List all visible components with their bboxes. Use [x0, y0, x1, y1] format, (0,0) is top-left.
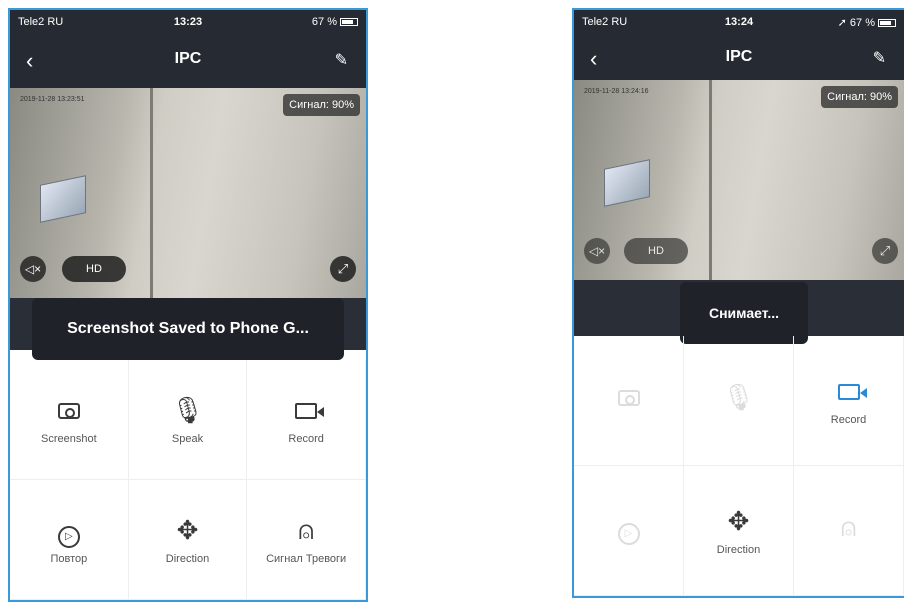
carrier-label: Tele2 RU: [18, 16, 64, 28]
phone-screen-left: Tele2 RU 13:23 67 % ‹ IPC ✎ 2019-11-28 1…: [8, 8, 368, 602]
camera-icon: [57, 395, 80, 425]
battery-percent: 67 %: [849, 17, 875, 29]
wall-edge: [709, 80, 712, 280]
battery-icon: [340, 18, 358, 27]
direction-arrows-icon: ✥: [727, 505, 750, 536]
action-label: Повтор: [50, 552, 88, 565]
nav-row: ‹ IPC ✎: [10, 46, 366, 76]
direction-button[interactable]: ✥ Direction: [128, 480, 248, 600]
direction-arrows-icon: ✥: [176, 514, 199, 545]
replay-icon: ▷: [57, 515, 80, 548]
speaker-mute-icon[interactable]: ◁×: [584, 238, 610, 264]
page-title: IPC: [725, 48, 753, 65]
action-grid: 🎙︎ Record ▷ ✥ Direction ⍝: [574, 336, 904, 596]
wall-edge: [150, 88, 153, 298]
edit-icon[interactable]: ✎: [873, 48, 886, 68]
location-arrow-icon: ➚: [837, 17, 850, 29]
screenshot-button[interactable]: Screenshot: [10, 360, 129, 480]
signal-badge: Сигнал: 90%: [821, 86, 898, 108]
camera-video-view[interactable]: 2019-11-28 13:23:51 Сигнал: 90% ◁× HD ⤢: [10, 88, 366, 298]
back-icon[interactable]: ‹: [590, 46, 597, 72]
action-label: Direction: [165, 552, 210, 565]
signal-badge: Сигнал: 90%: [283, 94, 360, 116]
speak-button[interactable]: 🎙︎ Speak: [128, 360, 248, 480]
phone-screen-right: Tele2 RU 13:24 ➚ 67 % ‹ IPC ✎ 2019-11-28…: [572, 8, 904, 598]
top-bar: Tele2 RU 13:23 67 % ‹ IPC ✎: [10, 10, 366, 88]
action-label: Record: [830, 413, 867, 426]
battery-indicator: 67 %: [312, 16, 358, 28]
record-button[interactable]: Record: [794, 336, 904, 466]
status-bar: Tele2 RU 13:24 ➚ 67 %: [582, 16, 896, 32]
alarm-siren-icon: ⍝: [298, 514, 314, 545]
wall-picture: [40, 175, 86, 223]
replay-button[interactable]: ▷: [574, 466, 684, 596]
action-label: Direction: [716, 543, 761, 556]
action-label: Record: [288, 432, 324, 445]
battery-indicator: ➚ 67 %: [838, 16, 896, 29]
wall-picture: [604, 159, 650, 207]
alarm-siren-icon: ⍝: [840, 511, 857, 542]
replay-icon: ▷: [617, 512, 640, 545]
hd-quality-button[interactable]: HD: [62, 256, 126, 282]
record-button[interactable]: Record: [247, 360, 366, 480]
alarm-button[interactable]: ⍝: [794, 466, 904, 596]
clock: 13:23: [173, 16, 203, 28]
microphone-icon: 🎙︎: [170, 394, 204, 425]
page-title: IPC: [174, 50, 202, 67]
video-camera-icon: [837, 376, 867, 406]
speaker-mute-icon[interactable]: ◁×: [20, 256, 46, 282]
back-icon[interactable]: ‹: [26, 48, 33, 74]
speak-button[interactable]: 🎙︎: [684, 336, 794, 466]
microphone-icon: 🎙︎: [721, 381, 755, 412]
screenshot-button[interactable]: [574, 336, 684, 466]
carrier-label: Tele2 RU: [582, 16, 628, 28]
replay-button[interactable]: ▷ Повтор: [10, 480, 129, 600]
action-label: Speak: [171, 432, 204, 445]
fullscreen-icon[interactable]: ⤢: [330, 256, 356, 282]
clock: 13:24: [724, 16, 754, 28]
camera-video-view[interactable]: 2019-11-28 13:24:16 Сигнал: 90% ◁× HD ⤢: [574, 80, 904, 280]
battery-percent: 67 %: [311, 16, 337, 28]
video-timestamp: 2019-11-28 13:24:16: [584, 88, 649, 95]
fullscreen-icon[interactable]: ⤢: [872, 238, 898, 264]
direction-button[interactable]: ✥ Direction: [684, 466, 794, 596]
hd-quality-button[interactable]: HD: [624, 238, 688, 264]
action-label: Screenshot: [41, 432, 97, 445]
edit-icon[interactable]: ✎: [335, 50, 348, 70]
video-camera-icon: [295, 395, 325, 425]
battery-icon: [878, 19, 896, 28]
top-bar: Tele2 RU 13:24 ➚ 67 % ‹ IPC ✎: [574, 10, 904, 80]
action-label: Сигнал Тревоги: [266, 552, 347, 565]
camera-icon: [617, 382, 640, 412]
toast-message: Снимает...: [680, 282, 808, 344]
action-grid: Screenshot 🎙︎ Speak Record ▷ Повтор ✥ Di…: [10, 360, 366, 600]
status-bar: Tele2 RU 13:23 67 %: [18, 16, 358, 32]
alarm-button[interactable]: ⍝ Сигнал Тревоги: [247, 480, 366, 600]
video-timestamp: 2019-11-28 13:23:51: [20, 96, 85, 103]
toast-message: Screenshot Saved to Phone G...: [32, 298, 344, 360]
nav-row: ‹ IPC ✎: [574, 44, 904, 72]
